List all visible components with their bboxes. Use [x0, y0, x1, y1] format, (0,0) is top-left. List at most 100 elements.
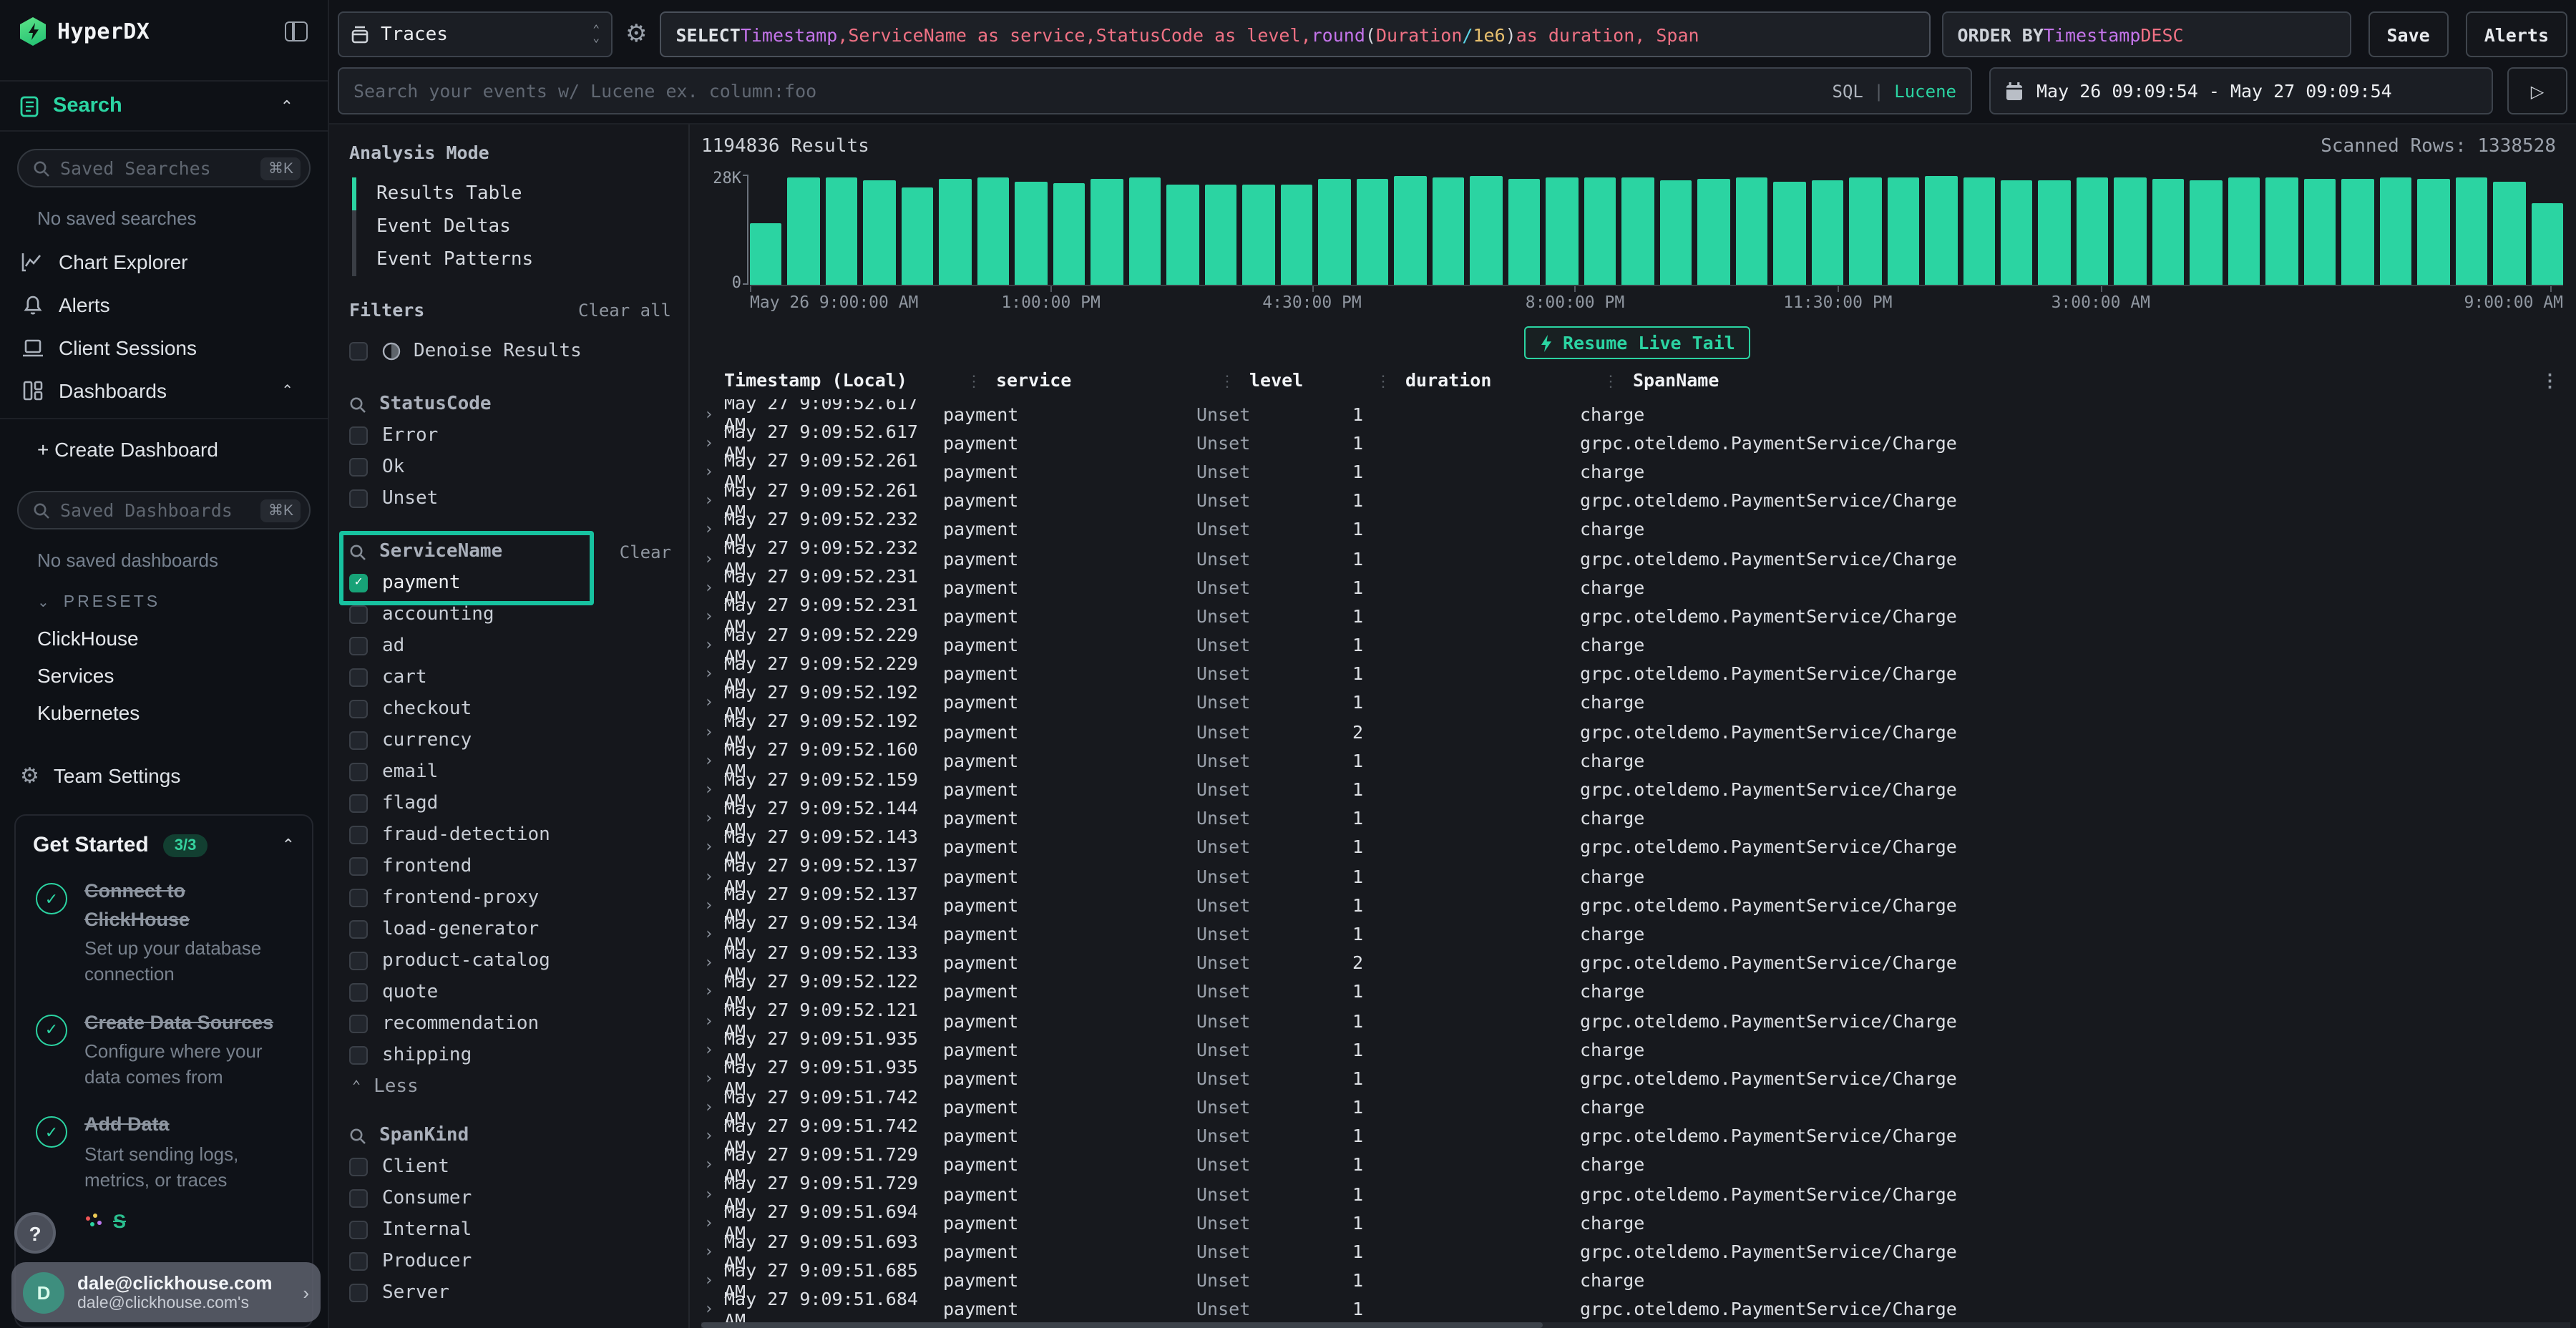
saved-searches-field[interactable] — [60, 157, 261, 179]
filter-option-load-generator[interactable]: load-generator — [349, 913, 671, 944]
table-row[interactable]: ›May 27 9:09:52.617 AMpaymentUnset1charg… — [701, 399, 2570, 428]
table-row[interactable]: ›May 27 9:09:51.742 AMpaymentUnset1charg… — [701, 1093, 2570, 1121]
checkbox[interactable] — [349, 1220, 368, 1239]
checkbox[interactable] — [349, 1188, 368, 1207]
denoise-checkbox[interactable] — [349, 341, 368, 360]
histogram-bar[interactable] — [2532, 203, 2564, 285]
checkbox[interactable] — [349, 794, 368, 812]
sidebar-item-alerts[interactable]: Alerts — [0, 283, 328, 326]
sidebar-item-chart-explorer[interactable]: Chart Explorer — [0, 240, 328, 283]
filter-option-client[interactable]: Client — [349, 1151, 671, 1182]
histogram-bar[interactable] — [1735, 177, 1767, 285]
col-header-service[interactable]: ⋮service — [966, 369, 1219, 391]
histogram-bar[interactable] — [1508, 179, 1540, 285]
histogram-bar[interactable] — [1167, 185, 1199, 285]
row-expand-chevron-icon[interactable]: › — [701, 577, 724, 596]
checkbox[interactable] — [349, 457, 368, 476]
histogram-bar[interactable] — [2456, 177, 2488, 285]
histogram-bar[interactable] — [864, 180, 896, 285]
histogram-bar[interactable] — [1811, 181, 1843, 285]
histogram-bar[interactable] — [1887, 178, 1919, 285]
table-row[interactable]: ›May 27 9:09:52.232 AMpaymentUnset1grpc.… — [701, 544, 2570, 572]
row-expand-chevron-icon[interactable]: › — [701, 404, 724, 423]
event-search-input[interactable] — [353, 80, 1821, 102]
preset-clickhouse[interactable]: ClickHouse — [0, 620, 328, 657]
histogram-bar[interactable] — [1773, 182, 1805, 285]
table-row[interactable]: ›May 27 9:09:52.231 AMpaymentUnset1charg… — [701, 572, 2570, 601]
histogram-bar[interactable] — [1053, 182, 1085, 285]
histogram-bar[interactable] — [2001, 180, 2033, 285]
checkbox[interactable] — [349, 489, 368, 507]
table-row[interactable]: ›May 27 9:09:52.122 AMpaymentUnset1charg… — [701, 977, 2570, 1006]
clear-servicename-button[interactable]: Clear — [620, 542, 671, 562]
row-expand-chevron-icon[interactable]: › — [701, 1011, 724, 1030]
preset-kubernetes[interactable]: Kubernetes — [0, 694, 328, 731]
histogram-bar[interactable] — [2418, 179, 2450, 285]
sidebar-item-dashboards[interactable]: Dashboards ⌃ — [0, 369, 328, 412]
table-row[interactable]: ›May 27 9:09:52.159 AMpaymentUnset1grpc.… — [701, 775, 2570, 804]
chevron-up-icon[interactable]: ⌃ — [282, 836, 295, 854]
histogram-bar[interactable] — [1697, 179, 1729, 285]
filter-option-quote[interactable]: quote — [349, 976, 671, 1007]
filter-option-cart[interactable]: cart — [349, 661, 671, 693]
row-expand-chevron-icon[interactable]: › — [701, 896, 724, 914]
checkbox[interactable] — [349, 731, 368, 749]
histogram-bar[interactable] — [1281, 185, 1313, 285]
row-expand-chevron-icon[interactable]: › — [701, 549, 724, 567]
lucene-mode-option[interactable]: Lucene — [1894, 81, 1956, 101]
column-drag-handle-icon[interactable]: ⋮ — [1603, 372, 1619, 391]
checkbox-checked[interactable]: ✓ — [349, 573, 368, 592]
checkbox[interactable] — [349, 426, 368, 444]
row-expand-chevron-icon[interactable]: › — [701, 1242, 724, 1261]
save-button[interactable]: Save — [2368, 11, 2448, 57]
table-row[interactable]: ›May 27 9:09:52.192 AMpaymentUnset1charg… — [701, 688, 2570, 717]
histogram-bar[interactable] — [2304, 180, 2336, 285]
sidebar-item-search[interactable]: Search ⌃ — [0, 80, 328, 132]
row-expand-chevron-icon[interactable]: › — [701, 1184, 724, 1203]
histogram-bar[interactable] — [1849, 177, 1881, 285]
col-header-spanname[interactable]: ⋮SpanName — [1603, 369, 2541, 391]
source-settings-gear-icon[interactable]: ⚙ — [625, 20, 648, 49]
column-drag-handle-icon[interactable]: ⋮ — [966, 372, 982, 391]
histogram-bar[interactable] — [2039, 180, 2071, 285]
row-expand-chevron-icon[interactable]: › — [701, 924, 724, 943]
source-select[interactable]: Traces ⌃⌄ — [338, 11, 613, 57]
histogram-bar[interactable] — [2494, 182, 2526, 285]
row-expand-chevron-icon[interactable]: › — [701, 1214, 724, 1232]
histogram-bar[interactable] — [1091, 179, 1123, 285]
table-row[interactable]: ›May 27 9:09:52.261 AMpaymentUnset1charg… — [701, 457, 2570, 486]
filter-option-recommendation[interactable]: recommendation — [349, 1007, 671, 1039]
row-expand-chevron-icon[interactable]: › — [701, 434, 724, 452]
filter-option-payment[interactable]: ✓ payment — [349, 567, 671, 598]
histogram-bar[interactable] — [2077, 177, 2109, 285]
checkbox[interactable] — [349, 605, 368, 623]
presets-toggle[interactable]: ⌄ PRESETS — [0, 582, 328, 620]
analysis-mode-results-table[interactable]: Results Table — [356, 177, 671, 210]
column-drag-handle-icon[interactable]: ⋮ — [1219, 372, 1235, 391]
select-clause-input[interactable]: SELECT Timestamp, ServiceName as service… — [660, 11, 1931, 57]
table-row[interactable]: ›May 27 9:09:51.935 AMpaymentUnset1charg… — [701, 1035, 2570, 1063]
row-expand-chevron-icon[interactable]: › — [701, 520, 724, 539]
histogram-bar[interactable] — [1015, 181, 1048, 285]
order-by-input[interactable]: ORDER BY Timestamp DESC — [1941, 11, 2351, 57]
histogram-bar[interactable] — [1621, 177, 1654, 285]
row-expand-chevron-icon[interactable]: › — [701, 607, 724, 625]
table-row[interactable]: ›May 27 9:09:51.729 AMpaymentUnset1charg… — [701, 1151, 2570, 1179]
histogram-bar[interactable] — [826, 177, 858, 285]
checkbox[interactable] — [349, 699, 368, 718]
get-started-step[interactable]: ✓ Add Data Start sending logs, metrics, … — [33, 1111, 295, 1194]
row-expand-chevron-icon[interactable]: › — [701, 751, 724, 770]
histogram-bar[interactable] — [1963, 177, 1995, 285]
row-expand-chevron-icon[interactable]: › — [701, 693, 724, 712]
table-row[interactable]: ›May 27 9:09:52.192 AMpaymentUnset2grpc.… — [701, 717, 2570, 746]
filter-option-shipping[interactable]: shipping — [349, 1039, 671, 1070]
search-icon[interactable] — [349, 396, 366, 413]
histogram-bar[interactable] — [1659, 180, 1692, 285]
table-row[interactable]: ›May 27 9:09:52.160 AMpaymentUnset1charg… — [701, 746, 2570, 775]
checkbox[interactable] — [349, 636, 368, 655]
create-dashboard-button[interactable]: + Create Dashboard — [0, 425, 328, 474]
search-icon[interactable] — [349, 543, 366, 560]
sidebar-item-team-settings[interactable]: ⚙ Team Settings — [0, 751, 328, 800]
table-row[interactable]: ›May 27 9:09:52.144 AMpaymentUnset1charg… — [701, 804, 2570, 832]
filter-option-ad[interactable]: ad — [349, 630, 671, 661]
